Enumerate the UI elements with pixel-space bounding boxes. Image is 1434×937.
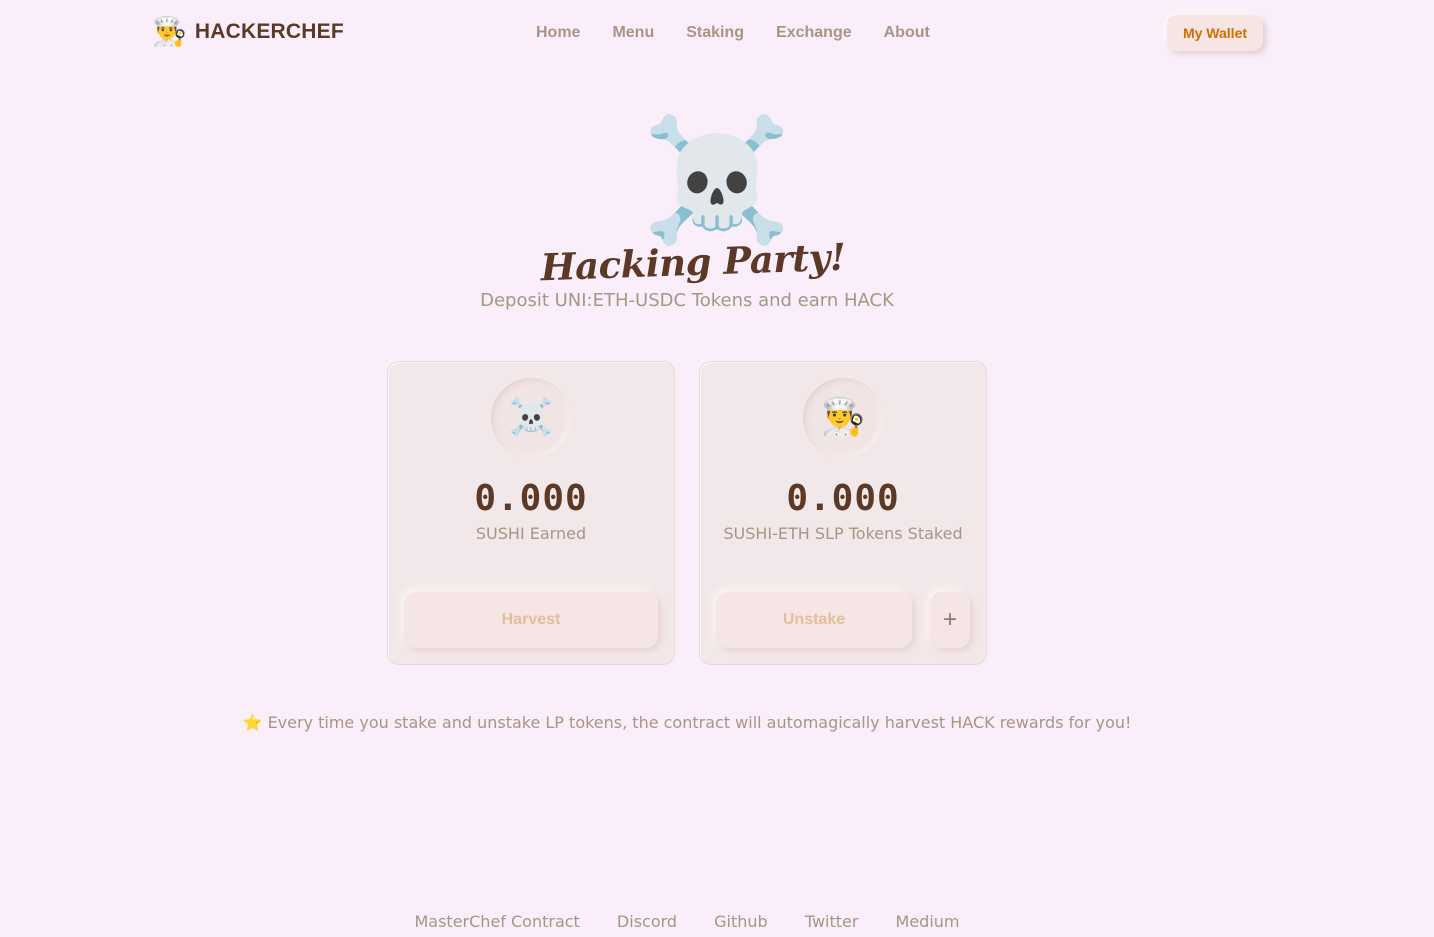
footer-github-link[interactable]: Github bbox=[698, 912, 784, 931]
page: 👨‍🍳 HACKERCHEF Home Menu Staking Exchang… bbox=[0, 0, 1434, 937]
nav-about[interactable]: About bbox=[868, 22, 946, 44]
staked-value: 0.000 bbox=[786, 478, 900, 519]
staked-card: 👨‍🍳 0.000 SUSHI-ETH SLP Tokens Staked Un… bbox=[699, 361, 987, 665]
nav-staking[interactable]: Staking bbox=[670, 22, 760, 44]
footer-medium-link[interactable]: Medium bbox=[880, 912, 976, 931]
earned-label: SUSHI Earned bbox=[475, 524, 587, 543]
harvest-note: ⭐ Every time you stake and unstake LP to… bbox=[242, 713, 1132, 732]
harvest-button[interactable]: Harvest bbox=[404, 592, 658, 648]
logo-link[interactable]: 👨‍🍳 HACKERCHEF bbox=[152, 14, 344, 50]
my-wallet-button[interactable]: My Wallet bbox=[1167, 15, 1263, 51]
footer-links: MasterChef Contract Discord Github Twitt… bbox=[0, 911, 1374, 933]
unstake-button[interactable]: Unstake bbox=[716, 592, 912, 648]
earned-card: ☠️ 0.000 SUSHI Earned Harvest bbox=[387, 361, 675, 665]
chef-detective-icon: 👨‍🍳 bbox=[803, 378, 883, 458]
stake-plus-button[interactable]: + bbox=[930, 592, 970, 648]
earned-value: 0.000 bbox=[474, 478, 588, 519]
footer-masterchef-link[interactable]: MasterChef Contract bbox=[398, 912, 595, 931]
main-nav: Home Menu Staking Exchange About bbox=[520, 22, 946, 44]
staked-label: SUSHI-ETH SLP Tokens Staked bbox=[723, 524, 963, 543]
nav-menu[interactable]: Menu bbox=[596, 22, 670, 44]
footer-twitter-link[interactable]: Twitter bbox=[789, 912, 875, 931]
footer-discord-link[interactable]: Discord bbox=[601, 912, 693, 931]
nav-home[interactable]: Home bbox=[520, 22, 596, 44]
nav-exchange[interactable]: Exchange bbox=[760, 22, 868, 44]
page-subtitle: Deposit UNI:ETH-USDC Tokens and earn HAC… bbox=[480, 290, 894, 311]
logo-text: HACKERCHEF bbox=[194, 20, 344, 43]
chef-icon: 👨‍🍳 bbox=[152, 15, 187, 48]
skull-crossbones-icon: ☠️ bbox=[491, 378, 571, 458]
